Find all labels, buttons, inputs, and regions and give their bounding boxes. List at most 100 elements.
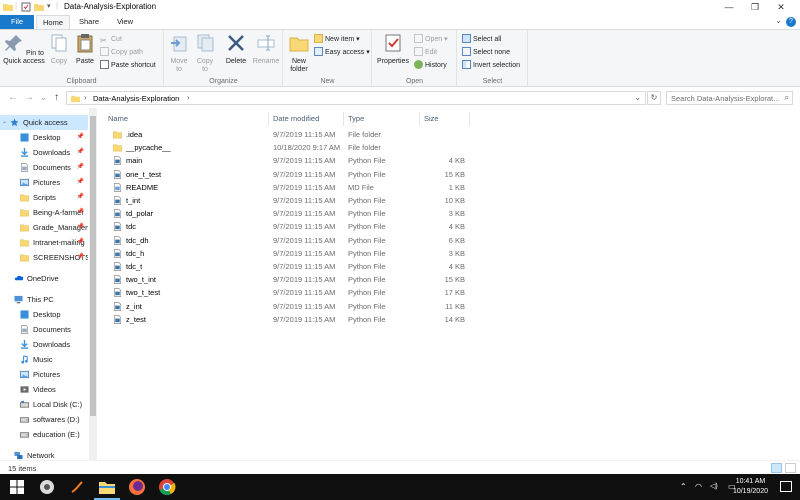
file-explorer-icon[interactable] <box>98 478 116 496</box>
breadcrumb-current[interactable]: Data-Analysis-Exploration <box>93 94 179 103</box>
nav-pc-item[interactable]: Music <box>0 352 88 367</box>
volume-icon[interactable]: ◁) <box>710 482 718 490</box>
file-row[interactable]: one_t_test 9/7/2019 11:15 AM Python File 15… <box>108 168 468 181</box>
nav-pc-item[interactable]: Pictures <box>0 367 88 382</box>
nav-quick-item[interactable]: Grade_Managem 📌 <box>0 220 88 235</box>
help-icon[interactable]: ? <box>786 17 796 27</box>
properties-icon[interactable] <box>21 2 31 12</box>
file-row[interactable]: z_int 9/7/2019 11:15 AM Python File 11 KB <box>108 300 468 313</box>
expand-chevron-icon[interactable]: ⌄ <box>2 115 7 130</box>
tab-view[interactable]: View <box>108 15 142 29</box>
nav-quick-access[interactable]: ⌄ Quick access <box>0 115 88 130</box>
new-folder-icon[interactable] <box>34 2 44 12</box>
firefox-icon[interactable] <box>128 478 146 496</box>
invert-selection-button[interactable]: Invert selection <box>462 60 520 71</box>
nav-quick-item[interactable]: Documents 📌 <box>0 160 88 175</box>
maximize-button[interactable]: ❐ <box>742 0 768 15</box>
delete-button[interactable]: Delete <box>223 33 249 66</box>
file-row[interactable]: main 9/7/2019 11:15 AM Python File 4 KB <box>108 154 468 167</box>
tab-file[interactable]: File <box>0 15 34 29</box>
file-row[interactable]: z_test 9/7/2019 11:15 AM Python File 14 KB <box>108 313 468 326</box>
file-row[interactable]: tdc_h 9/7/2019 11:15 AM Python File 3 KB <box>108 247 468 260</box>
nav-pc-item[interactable]: Videos <box>0 382 88 397</box>
nav-pc-item[interactable]: education (E:) <box>0 427 88 442</box>
nav-pc-item[interactable]: Local Disk (C:) <box>0 397 88 412</box>
chrome-icon[interactable] <box>158 478 176 496</box>
clock[interactable]: 10:41 AM 10/19/2020 <box>733 477 768 497</box>
file-row[interactable]: __pycache__ 10/18/2020 9:17 AM File folder <box>108 141 468 154</box>
nav-pc-item[interactable]: Downloads <box>0 337 88 352</box>
move-to-button[interactable]: Move to <box>167 33 191 74</box>
file-row[interactable]: tdc 9/7/2019 11:15 AM Python File 4 KB <box>108 220 468 233</box>
tab-home[interactable]: Home <box>36 15 70 29</box>
history-button[interactable]: History <box>414 60 447 71</box>
nav-quick-item[interactable]: Downloads 📌 <box>0 145 88 160</box>
address-bar[interactable]: › Data-Analysis-Exploration › ⌄ <box>66 91 646 105</box>
wifi-icon[interactable]: ◠ <box>695 482 702 491</box>
nav-this-pc[interactable]: This PC <box>0 292 88 307</box>
column-header-date[interactable]: Date modified <box>269 112 344 126</box>
file-row[interactable]: .idea 9/7/2019 11:15 AM File folder <box>108 128 468 141</box>
easy-access-button[interactable]: Easy access ▾ <box>314 47 370 58</box>
app-icon[interactable] <box>38 478 56 496</box>
select-all-button[interactable]: Select all <box>462 34 501 45</box>
copy-path-button[interactable]: Copy path <box>100 47 143 58</box>
file-row[interactable]: tdc_dh 9/7/2019 11:15 AM Python File 6 KB <box>108 234 468 247</box>
details-view-button[interactable] <box>771 463 782 473</box>
nav-scrollbar-thumb[interactable] <box>90 116 96 416</box>
column-header-size[interactable]: Size <box>420 112 470 126</box>
folder-icon <box>3 4 13 11</box>
file-row[interactable]: td_polar 9/7/2019 11:15 AM Python File 3 KB <box>108 207 468 220</box>
recent-locations-button[interactable]: ⌄ <box>40 93 47 102</box>
nav-onedrive[interactable]: OneDrive <box>0 271 88 286</box>
minimize-button[interactable]: — <box>716 0 742 15</box>
cut-button[interactable]: ✂ Cut <box>100 34 122 45</box>
file-row[interactable]: README 9/7/2019 11:15 AM MD File 1 KB <box>108 181 468 194</box>
paste-shortcut-button[interactable]: Paste shortcut <box>100 60 156 71</box>
back-button[interactable]: ← <box>8 92 18 103</box>
new-folder-button[interactable]: New folder <box>286 33 312 74</box>
nav-quick-item[interactable]: SCREENSHOTS 📌 <box>0 250 88 265</box>
search-input[interactable]: Search Data-Analysis-Explorat... ⌕ <box>666 91 793 105</box>
close-button[interactable]: ✕ <box>768 0 794 15</box>
nav-quick-item[interactable]: Being-A-farmer 📌 <box>0 205 88 220</box>
file-row[interactable]: t_int 9/7/2019 11:15 AM Python File 10 KB <box>108 194 468 207</box>
tray-chevron-icon[interactable]: ⌃ <box>680 482 687 491</box>
collapse-ribbon-icon[interactable]: ⌄ <box>775 16 782 25</box>
file-row[interactable]: two_t_int 9/7/2019 11:15 AM Python File 15 … <box>108 273 468 286</box>
nav-quick-item[interactable]: Desktop 📌 <box>0 130 88 145</box>
rename-button[interactable]: Rename <box>251 33 281 66</box>
file-type: Python File <box>348 235 386 245</box>
refresh-button[interactable]: ↻ <box>647 91 661 105</box>
easy-access-icon <box>314 47 323 56</box>
nav-quick-item[interactable]: Scripts 📌 <box>0 190 88 205</box>
copy-button[interactable]: Copy <box>48 33 70 66</box>
open-button[interactable]: Open ▾ <box>414 34 448 45</box>
breadcrumb-separator: › <box>84 93 87 102</box>
nav-pc-item[interactable]: Desktop <box>0 307 88 322</box>
nav-pc-item[interactable]: softwares (D:) <box>0 412 88 427</box>
select-none-button[interactable]: Select none <box>462 47 510 58</box>
pin-to-quick-access-button[interactable]: Pin to Quick access <box>2 33 46 66</box>
address-dropdown-icon[interactable]: ⌄ <box>634 93 641 102</box>
nav-quick-item[interactable]: Intranet-mailing 📌 <box>0 235 88 250</box>
app-icon-2[interactable] <box>68 478 86 496</box>
file-row[interactable]: tdc_t 9/7/2019 11:15 AM Python File 4 KB <box>108 260 468 273</box>
tab-share[interactable]: Share <box>72 15 106 29</box>
properties-button[interactable]: Properties <box>375 33 411 66</box>
up-button[interactable]: ↑ <box>54 92 59 103</box>
nav-quick-item[interactable]: Pictures 📌 <box>0 175 88 190</box>
new-item-button[interactable]: New item ▾ <box>314 34 360 45</box>
paste-button[interactable]: Paste <box>73 33 97 66</box>
file-row[interactable]: two_t_test 9/7/2019 11:15 AM Python File 17… <box>108 286 468 299</box>
edit-button[interactable]: Edit <box>414 47 437 58</box>
nav-pc-item[interactable]: Documents <box>0 322 88 337</box>
notifications-icon[interactable] <box>780 481 792 492</box>
customize-quick-access-icon[interactable]: ▾ <box>47 2 51 10</box>
forward-button[interactable]: → <box>24 92 34 103</box>
windows-start-icon[interactable] <box>8 478 26 496</box>
large-icons-view-button[interactable] <box>785 463 796 473</box>
copy-to-button[interactable]: Copy to <box>193 33 217 74</box>
column-header-name[interactable]: Name <box>104 112 269 126</box>
column-header-type[interactable]: Type <box>344 112 420 126</box>
